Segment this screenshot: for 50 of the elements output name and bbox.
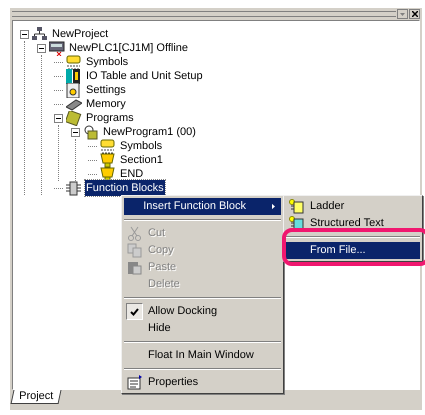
minus-icon [73,130,78,134]
symbols-icon [66,54,82,70]
menu-item[interactable]: Structured Text [286,215,420,232]
program-icon [83,124,99,140]
section-icon [100,152,116,168]
tab[interactable]: Project [10,390,62,404]
tree-item[interactable]: NewProject [51,26,110,42]
tree-item[interactable]: Function Blocks [85,180,165,196]
tree-item[interactable]: Section1 [119,152,164,168]
symbols-icon [100,138,116,154]
collapse-toggle[interactable] [37,44,46,52]
tree-item[interactable]: NewProgram1 (00) [102,124,197,140]
collapse-toggle[interactable] [20,30,29,38]
minus-icon [39,46,44,50]
settings-icon [66,82,82,98]
menu-item[interactable]: Properties [124,374,281,391]
tree-item[interactable]: Memory [85,96,127,112]
tree-item[interactable]: END [119,166,144,182]
tree-item[interactable]: IO Table and Unit Setup [85,68,204,84]
memory-chip-icon [66,96,82,112]
menu-item[interactable]: From File... [286,242,420,259]
caret-icon [400,12,405,16]
plc-icon [49,40,65,56]
properties-icon [126,375,142,390]
minus-icon [56,116,61,120]
scissors-icon [126,226,142,241]
tree-item[interactable]: Symbols [85,54,130,70]
menu-item[interactable]: Insert Function Block [124,198,281,215]
network-icon [32,26,48,42]
tree-item[interactable]: Programs [85,110,135,126]
collapse-toggle[interactable] [71,128,80,136]
menu-item[interactable]: Float In Main Window [124,347,281,364]
copy-icon [126,243,142,258]
close-button[interactable] [409,9,420,19]
tree-item[interactable]: Settings [85,82,127,98]
submenu-arrow-icon [272,203,275,210]
minus-icon [22,32,27,36]
collapse-toggle[interactable] [54,114,63,122]
menu-item[interactable]: Hide [124,320,281,337]
text-block-icon [288,216,304,231]
clipboard-icon [126,260,142,275]
tree-item[interactable]: Symbols [119,138,164,154]
menu-item[interactable]: Allow Docking [124,303,281,320]
io-module-icon [66,68,82,84]
ladder-block-icon [288,199,304,214]
tree-item[interactable]: NewPLC1[CJ1M] Offline [68,40,190,56]
menu-item[interactable]: Ladder [286,198,420,215]
close-icon [412,11,418,17]
function-block-icon [66,180,82,196]
programs-icon [66,110,82,126]
